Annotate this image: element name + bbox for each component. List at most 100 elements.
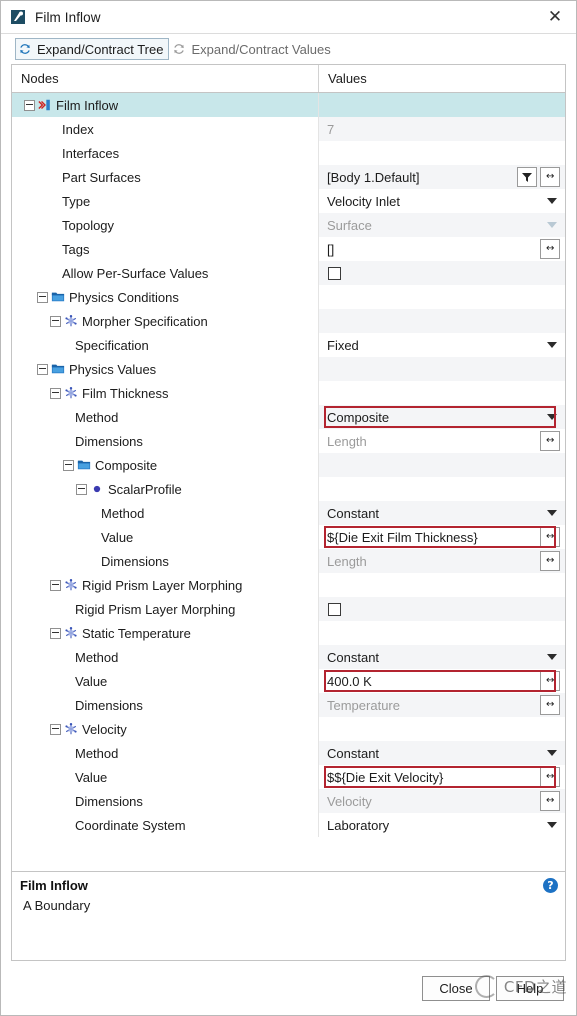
value-cell[interactable]: 7 xyxy=(319,117,565,141)
table-row[interactable]: Method Constant xyxy=(12,501,565,525)
ellipsis-button[interactable]: ↔ xyxy=(540,431,560,451)
table-row[interactable]: Value $${Die Exit Velocity} ↔ xyxy=(12,765,565,789)
table-row[interactable]: Type Velocity Inlet xyxy=(12,189,565,213)
node-cell[interactable]: Morpher Specification xyxy=(12,309,319,333)
value-cell[interactable] xyxy=(319,141,565,165)
ellipsis-button[interactable]: ↔ xyxy=(540,695,560,715)
chevron-down-icon[interactable] xyxy=(541,646,563,668)
node-cell[interactable]: Allow Per-Surface Values xyxy=(12,261,319,285)
table-row[interactable]: Film Inflow xyxy=(12,93,565,117)
table-row[interactable]: Physics Conditions xyxy=(12,285,565,309)
tree-expander-icon[interactable] xyxy=(50,627,61,639)
table-row[interactable]: Static Temperature xyxy=(12,621,565,645)
help-icon[interactable]: ? xyxy=(543,878,558,893)
node-cell[interactable]: Film Inflow xyxy=(12,93,319,117)
chevron-down-icon[interactable] xyxy=(541,214,563,236)
value-cell[interactable] xyxy=(319,717,565,741)
node-cell[interactable]: Method xyxy=(12,645,319,669)
table-row[interactable]: Method Composite xyxy=(12,405,565,429)
node-cell[interactable]: Rigid Prism Layer Morphing xyxy=(12,597,319,621)
chevron-down-icon[interactable] xyxy=(541,814,563,836)
ellipsis-button[interactable]: ↔ xyxy=(540,791,560,811)
table-row[interactable]: Morpher Specification xyxy=(12,309,565,333)
value-cell[interactable]: ${Die Exit Film Thickness} ↔ xyxy=(319,525,565,549)
value-cell[interactable] xyxy=(319,381,565,405)
tree-expander-icon[interactable] xyxy=(24,99,35,111)
value-cell[interactable]: [] ↔ xyxy=(319,237,565,261)
ellipsis-button[interactable]: ↔ xyxy=(540,527,560,547)
node-cell[interactable]: Index xyxy=(12,117,319,141)
table-row[interactable]: Interfaces xyxy=(12,141,565,165)
help-button[interactable]: Help xyxy=(496,975,564,1001)
checkbox[interactable] xyxy=(328,602,341,616)
ellipsis-button[interactable]: ↔ xyxy=(540,239,560,259)
value-cell[interactable] xyxy=(319,285,565,309)
table-row[interactable]: Value ${Die Exit Film Thickness} ↔ xyxy=(12,525,565,549)
table-row[interactable]: Method Constant xyxy=(12,645,565,669)
table-row[interactable]: Physics Values xyxy=(12,357,565,381)
tree-expander-icon[interactable] xyxy=(37,363,48,375)
ellipsis-button[interactable]: ↔ xyxy=(540,551,560,571)
node-cell[interactable]: ScalarProfile xyxy=(12,477,319,501)
column-header-nodes[interactable]: Nodes xyxy=(12,65,319,92)
close-icon[interactable]: ✕ xyxy=(538,3,572,31)
table-row[interactable]: Dimensions Velocity ↔ xyxy=(12,789,565,813)
table-row[interactable]: Specification Fixed xyxy=(12,333,565,357)
close-button[interactable]: Close xyxy=(422,975,490,1001)
value-cell[interactable]: Surface xyxy=(319,213,565,237)
table-row[interactable]: Value 400.0 K ↔ xyxy=(12,669,565,693)
node-cell[interactable]: Method xyxy=(12,405,319,429)
node-cell[interactable]: Composite xyxy=(12,453,319,477)
node-cell[interactable]: Value xyxy=(12,525,319,549)
node-cell[interactable]: Method xyxy=(12,741,319,765)
table-row[interactable]: Velocity xyxy=(12,717,565,741)
node-cell[interactable]: Dimensions xyxy=(12,549,319,573)
chevron-down-icon[interactable] xyxy=(541,742,563,764)
table-row[interactable]: Composite xyxy=(12,453,565,477)
value-cell[interactable] xyxy=(319,453,565,477)
value-cell[interactable]: Constant xyxy=(319,645,565,669)
value-cell[interactable] xyxy=(319,597,565,621)
tree-expander-icon[interactable] xyxy=(50,579,61,591)
value-cell[interactable]: Laboratory xyxy=(319,813,565,837)
tree-expander-icon[interactable] xyxy=(50,387,61,399)
node-cell[interactable]: Dimensions xyxy=(12,789,319,813)
table-row[interactable]: Part Surfaces [Body 1.Default] ↔ xyxy=(12,165,565,189)
table-row[interactable]: Method Constant xyxy=(12,741,565,765)
table-row[interactable]: Rigid Prism Layer Morphing xyxy=(12,597,565,621)
value-cell[interactable]: Fixed xyxy=(319,333,565,357)
node-cell[interactable]: Part Surfaces xyxy=(12,165,319,189)
value-cell[interactable]: 400.0 K ↔ xyxy=(319,669,565,693)
table-row[interactable]: Film Thickness xyxy=(12,381,565,405)
value-cell[interactable] xyxy=(319,573,565,597)
value-cell[interactable]: Velocity ↔ xyxy=(319,789,565,813)
ellipsis-button[interactable]: ↔ xyxy=(540,671,560,691)
value-cell[interactable] xyxy=(319,621,565,645)
value-cell[interactable] xyxy=(319,357,565,381)
node-cell[interactable]: Type xyxy=(12,189,319,213)
table-row[interactable]: Tags [] ↔ xyxy=(12,237,565,261)
value-cell[interactable]: Length ↔ xyxy=(319,429,565,453)
chevron-down-icon[interactable] xyxy=(541,334,563,356)
table-row[interactable]: Coordinate System Laboratory xyxy=(12,813,565,837)
node-cell[interactable]: Specification xyxy=(12,333,319,357)
chevron-down-icon[interactable] xyxy=(541,406,563,428)
tree-expander-icon[interactable] xyxy=(63,459,74,471)
value-cell[interactable] xyxy=(319,93,565,117)
node-cell[interactable]: Value xyxy=(12,669,319,693)
node-cell[interactable]: Dimensions xyxy=(12,693,319,717)
node-cell[interactable]: Physics Values xyxy=(12,357,319,381)
value-cell[interactable]: Constant xyxy=(319,741,565,765)
table-row[interactable]: Allow Per-Surface Values xyxy=(12,261,565,285)
value-cell[interactable]: Constant xyxy=(319,501,565,525)
node-cell[interactable]: Velocity xyxy=(12,717,319,741)
node-cell[interactable]: Physics Conditions xyxy=(12,285,319,309)
node-cell[interactable]: Static Temperature xyxy=(12,621,319,645)
value-cell[interactable]: Composite xyxy=(319,405,565,429)
tree-expander-icon[interactable] xyxy=(50,315,61,327)
value-cell[interactable]: [Body 1.Default] ↔ xyxy=(319,165,565,189)
ellipsis-button[interactable]: ↔ xyxy=(540,767,560,787)
node-cell[interactable]: Dimensions xyxy=(12,429,319,453)
node-cell[interactable]: Film Thickness xyxy=(12,381,319,405)
value-cell[interactable]: Length ↔ xyxy=(319,549,565,573)
